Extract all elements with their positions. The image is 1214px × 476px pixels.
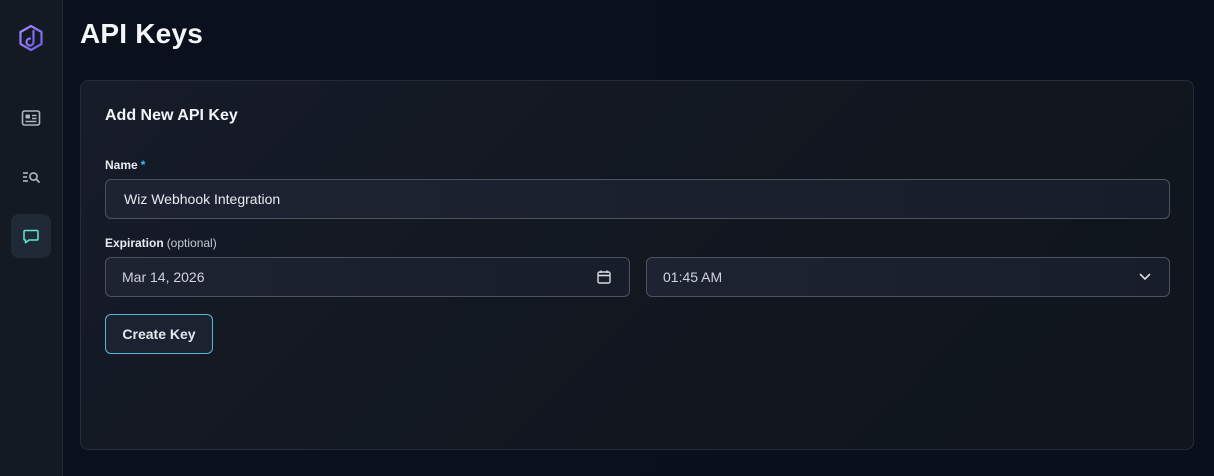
page-title: API Keys xyxy=(80,18,203,49)
sidebar-item-messages[interactable] xyxy=(11,214,51,258)
sidebar xyxy=(0,0,63,476)
time-value: 01:45 AM xyxy=(663,269,723,285)
optional-hint: (optional) xyxy=(166,236,217,250)
expiration-label-text: Expiration xyxy=(105,236,164,250)
logo-icon xyxy=(19,24,43,52)
name-label: Name * xyxy=(105,158,145,172)
id-card-icon xyxy=(21,109,41,127)
chat-icon xyxy=(22,227,40,245)
card-title: Add New API Key xyxy=(105,107,238,124)
expiration-date-input[interactable]: Mar 14, 2026 xyxy=(105,257,630,297)
add-api-key-card: Add New API Key Name * Wiz Webhook Integr… xyxy=(80,80,1194,450)
name-input-value: Wiz Webhook Integration xyxy=(124,191,281,207)
create-key-button[interactable]: Create Key xyxy=(105,314,213,354)
sidebar-item-search[interactable] xyxy=(11,155,51,199)
main-content: API Keys Add New API Key Name * Wiz Webho… xyxy=(63,0,1214,476)
name-label-text: Name xyxy=(105,158,138,172)
calendar-icon[interactable] xyxy=(597,270,611,284)
app-logo[interactable] xyxy=(17,24,45,52)
sidebar-item-dashboard[interactable] xyxy=(11,96,51,140)
search-list-icon xyxy=(21,168,41,186)
app-window: API Keys Add New API Key Name * Wiz Webho… xyxy=(0,0,1214,476)
date-value: Mar 14, 2026 xyxy=(122,269,205,285)
name-input[interactable]: Wiz Webhook Integration xyxy=(105,179,1170,219)
required-marker: * xyxy=(140,158,146,172)
expiration-label: Expiration (optional) xyxy=(105,236,217,250)
chevron-down-icon xyxy=(1139,273,1151,281)
expiration-time-select[interactable]: 01:45 AM xyxy=(646,257,1170,297)
